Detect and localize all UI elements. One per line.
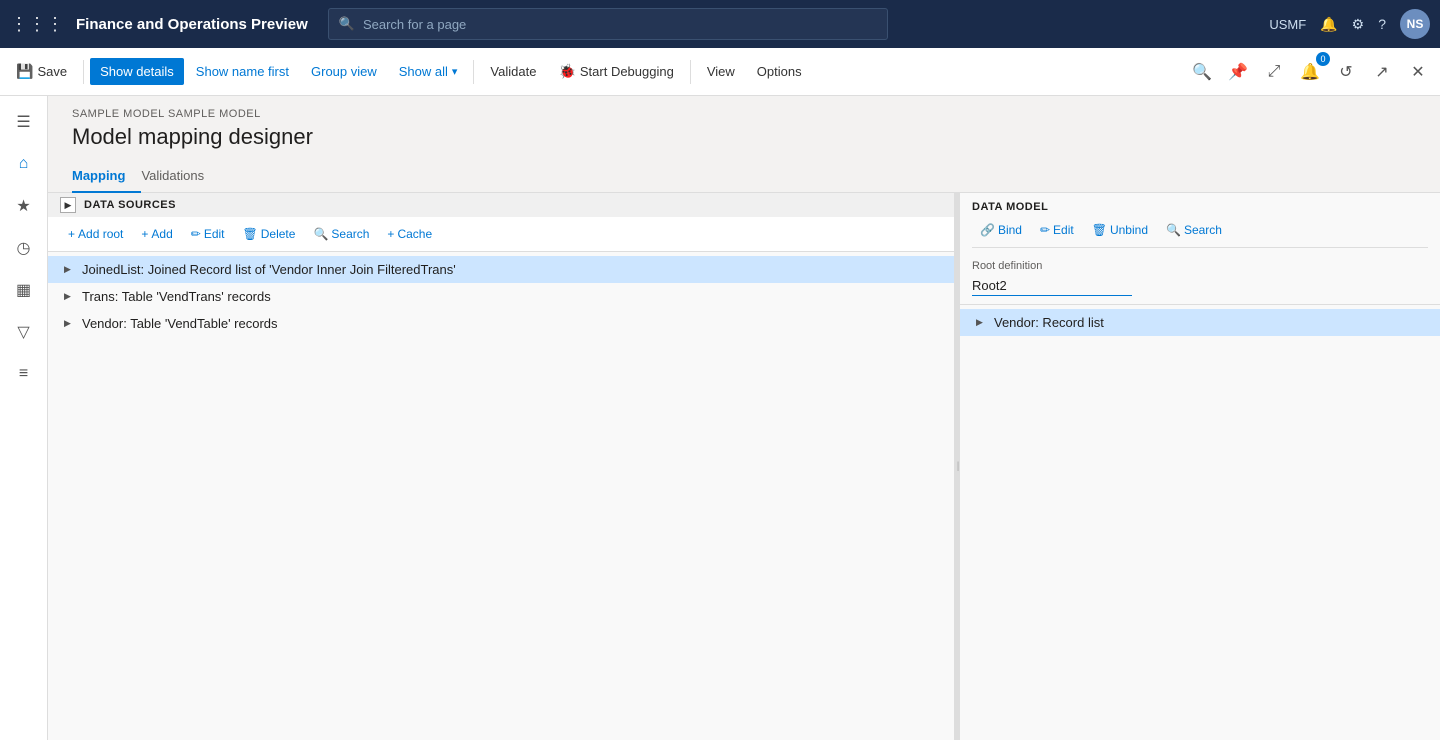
search-placeholder: Search for a page xyxy=(363,17,466,32)
main-toolbar: 💾 Save Show details Show name first Grou… xyxy=(0,48,1440,96)
top-nav: ⋮⋮⋮ Finance and Operations Preview 🔍 Sea… xyxy=(0,0,1440,48)
root-definition-label: Root definition xyxy=(972,260,1428,272)
refresh-icon[interactable]: ↺ xyxy=(1330,56,1362,88)
dm-tree-item-text-0: Vendor: Record list xyxy=(994,315,1428,330)
data-sources-panel: ▶ DATA SOURCES + Add root + Add ✏ E xyxy=(48,193,956,740)
add-icon: + xyxy=(141,227,148,241)
search-button[interactable]: 🔍 Search xyxy=(305,223,377,245)
tree-item-0[interactable]: ▶ JoinedList: Joined Record list of 'Ven… xyxy=(48,256,954,283)
edit-icon: ✏ xyxy=(191,227,201,241)
user-avatar[interactable]: NS xyxy=(1400,9,1430,39)
grid-icon[interactable]: ⋮⋮⋮ xyxy=(10,14,64,35)
top-nav-right: USMF 🔔 ⚙ ? NS xyxy=(1269,9,1430,39)
data-model-tree: ▶ Vendor: Record list xyxy=(960,305,1440,740)
validate-button[interactable]: Validate xyxy=(480,58,546,85)
global-search-bar[interactable]: 🔍 Search for a page xyxy=(328,8,888,40)
toolbar-divider-2 xyxy=(473,60,474,84)
toolbar-divider-1 xyxy=(83,60,84,84)
notification-bell-icon[interactable]: 🔔 xyxy=(1320,16,1337,33)
content-area: SAMPLE MODEL SAMPLE MODEL Model mapping … xyxy=(48,96,1440,740)
tree-item-1[interactable]: ▶ Trans: Table 'VendTrans' records xyxy=(48,283,954,310)
sidebar-item-favorites[interactable]: ★ xyxy=(6,188,42,224)
chevron-icon-1: ▶ xyxy=(64,291,76,302)
edit-button[interactable]: ✏ Edit xyxy=(183,223,233,245)
tree-item-text-2: Vendor: Table 'VendTable' records xyxy=(82,316,942,331)
debug-icon: 🐞 xyxy=(558,63,575,80)
sidebar-item-recent[interactable]: ◷ xyxy=(6,230,42,266)
tree-item-2[interactable]: ▶ Vendor: Table 'VendTable' records xyxy=(48,310,954,337)
page-title: Model mapping designer xyxy=(72,124,1416,150)
company-label[interactable]: USMF xyxy=(1269,17,1306,32)
main-layout: ☰ ⌂ ★ ◷ ▦ ▽ ≡ SAMPLE MODEL SAMPLE MODEL … xyxy=(0,96,1440,740)
sidebar-item-workspaces[interactable]: ▦ xyxy=(6,272,42,308)
dm-search-button[interactable]: 🔍 Search xyxy=(1158,219,1230,241)
data-model-panel: DATA MODEL 🔗 Bind ✏ Edit 🗑 Unbind xyxy=(960,193,1440,740)
show-name-first-button[interactable]: Show name first xyxy=(186,58,299,85)
unbind-icon: 🗑 xyxy=(1092,223,1107,237)
expand-icon[interactable]: ⤢ xyxy=(1258,56,1290,88)
view-button[interactable]: View xyxy=(697,58,745,85)
bind-button[interactable]: 🔗 Bind xyxy=(972,219,1030,241)
close-icon[interactable]: ✕ xyxy=(1402,56,1434,88)
toolbar-right: 🔍 📌 ⤢ 🔔 0 ↺ ↗ ✕ xyxy=(1186,56,1434,88)
dm-search-icon: 🔍 xyxy=(1166,223,1181,237)
tabs-bar: Mapping Validations xyxy=(48,160,1440,193)
data-sources-title: DATA SOURCES xyxy=(84,199,176,211)
root-definition-section: Root definition xyxy=(960,252,1440,305)
sidebar-item-modules[interactable]: ≡ xyxy=(6,356,42,392)
tree-item-text-0: JoinedList: Joined Record list of 'Vendo… xyxy=(82,262,942,277)
settings-icon[interactable]: ⚙ xyxy=(1352,16,1365,33)
chevron-icon-2: ▶ xyxy=(64,318,76,329)
popout-icon[interactable]: ↗ xyxy=(1366,56,1398,88)
data-sources-title-row: ▶ DATA SOURCES xyxy=(48,193,954,217)
data-sources-toolbar: + Add root + Add ✏ Edit 🗑 Delete xyxy=(48,217,954,252)
unbind-button[interactable]: 🗑 Unbind xyxy=(1084,219,1156,241)
bind-icon: 🔗 xyxy=(980,223,995,237)
cache-button[interactable]: + Cache xyxy=(379,223,440,245)
delete-button[interactable]: 🗑 Delete xyxy=(235,223,304,245)
tab-mapping[interactable]: Mapping xyxy=(72,160,141,193)
add-root-button[interactable]: + Add root xyxy=(60,223,131,245)
show-details-button[interactable]: Show details xyxy=(90,58,184,85)
sidebar-item-hamburger[interactable]: ☰ xyxy=(6,104,42,140)
chevron-icon-0: ▶ xyxy=(64,264,76,275)
start-debugging-button[interactable]: 🐞 Start Debugging xyxy=(548,57,683,86)
search-icon-ds: 🔍 xyxy=(313,227,328,241)
help-icon[interactable]: ? xyxy=(1378,16,1386,32)
designer-area: ▶ DATA SOURCES + Add root + Add ✏ E xyxy=(48,193,1440,740)
left-sidebar: ☰ ⌂ ★ ◷ ▦ ▽ ≡ xyxy=(0,96,48,740)
save-button[interactable]: 💾 Save xyxy=(6,57,77,86)
show-all-button[interactable]: Show all xyxy=(389,58,468,85)
tab-validations[interactable]: Validations xyxy=(141,160,220,193)
notification-badge[interactable]: 🔔 0 xyxy=(1294,56,1326,88)
tree-item-text-1: Trans: Table 'VendTrans' records xyxy=(82,289,942,304)
dm-tree-item-0[interactable]: ▶ Vendor: Record list xyxy=(960,309,1440,336)
sidebar-item-home[interactable]: ⌂ xyxy=(6,146,42,182)
sidebar-item-filter[interactable]: ▽ xyxy=(6,314,42,350)
group-view-button[interactable]: Group view xyxy=(301,58,387,85)
options-button[interactable]: Options xyxy=(747,58,812,85)
delete-icon: 🗑 xyxy=(243,227,258,241)
add-root-icon: + xyxy=(68,227,75,241)
add-button[interactable]: + Add xyxy=(133,223,180,245)
pin-icon[interactable]: 📌 xyxy=(1222,56,1254,88)
data-model-title: DATA MODEL xyxy=(972,201,1428,213)
search-icon: 🔍 xyxy=(339,16,355,32)
app-title: Finance and Operations Preview xyxy=(76,16,308,33)
data-model-header: DATA MODEL 🔗 Bind ✏ Edit 🗑 Unbind xyxy=(960,193,1440,252)
panel-expand-toggle[interactable]: ▶ xyxy=(60,197,76,213)
dm-edit-button[interactable]: ✏ Edit xyxy=(1032,219,1082,241)
dm-chevron-icon-0: ▶ xyxy=(976,317,988,328)
save-icon: 💾 xyxy=(16,63,33,80)
notification-count: 0 xyxy=(1316,52,1330,66)
breadcrumb: SAMPLE MODEL SAMPLE MODEL xyxy=(72,108,1416,120)
data-sources-tree: ▶ JoinedList: Joined Record list of 'Ven… xyxy=(48,252,954,740)
search-toolbar-button[interactable]: 🔍 xyxy=(1186,56,1218,88)
cache-icon: + xyxy=(387,227,394,241)
data-model-toolbar: 🔗 Bind ✏ Edit 🗑 Unbind 🔍 xyxy=(972,219,1428,248)
root-definition-input[interactable] xyxy=(972,276,1132,296)
dm-edit-icon: ✏ xyxy=(1040,223,1050,237)
page-header: SAMPLE MODEL SAMPLE MODEL Model mapping … xyxy=(48,96,1440,160)
toolbar-divider-3 xyxy=(690,60,691,84)
